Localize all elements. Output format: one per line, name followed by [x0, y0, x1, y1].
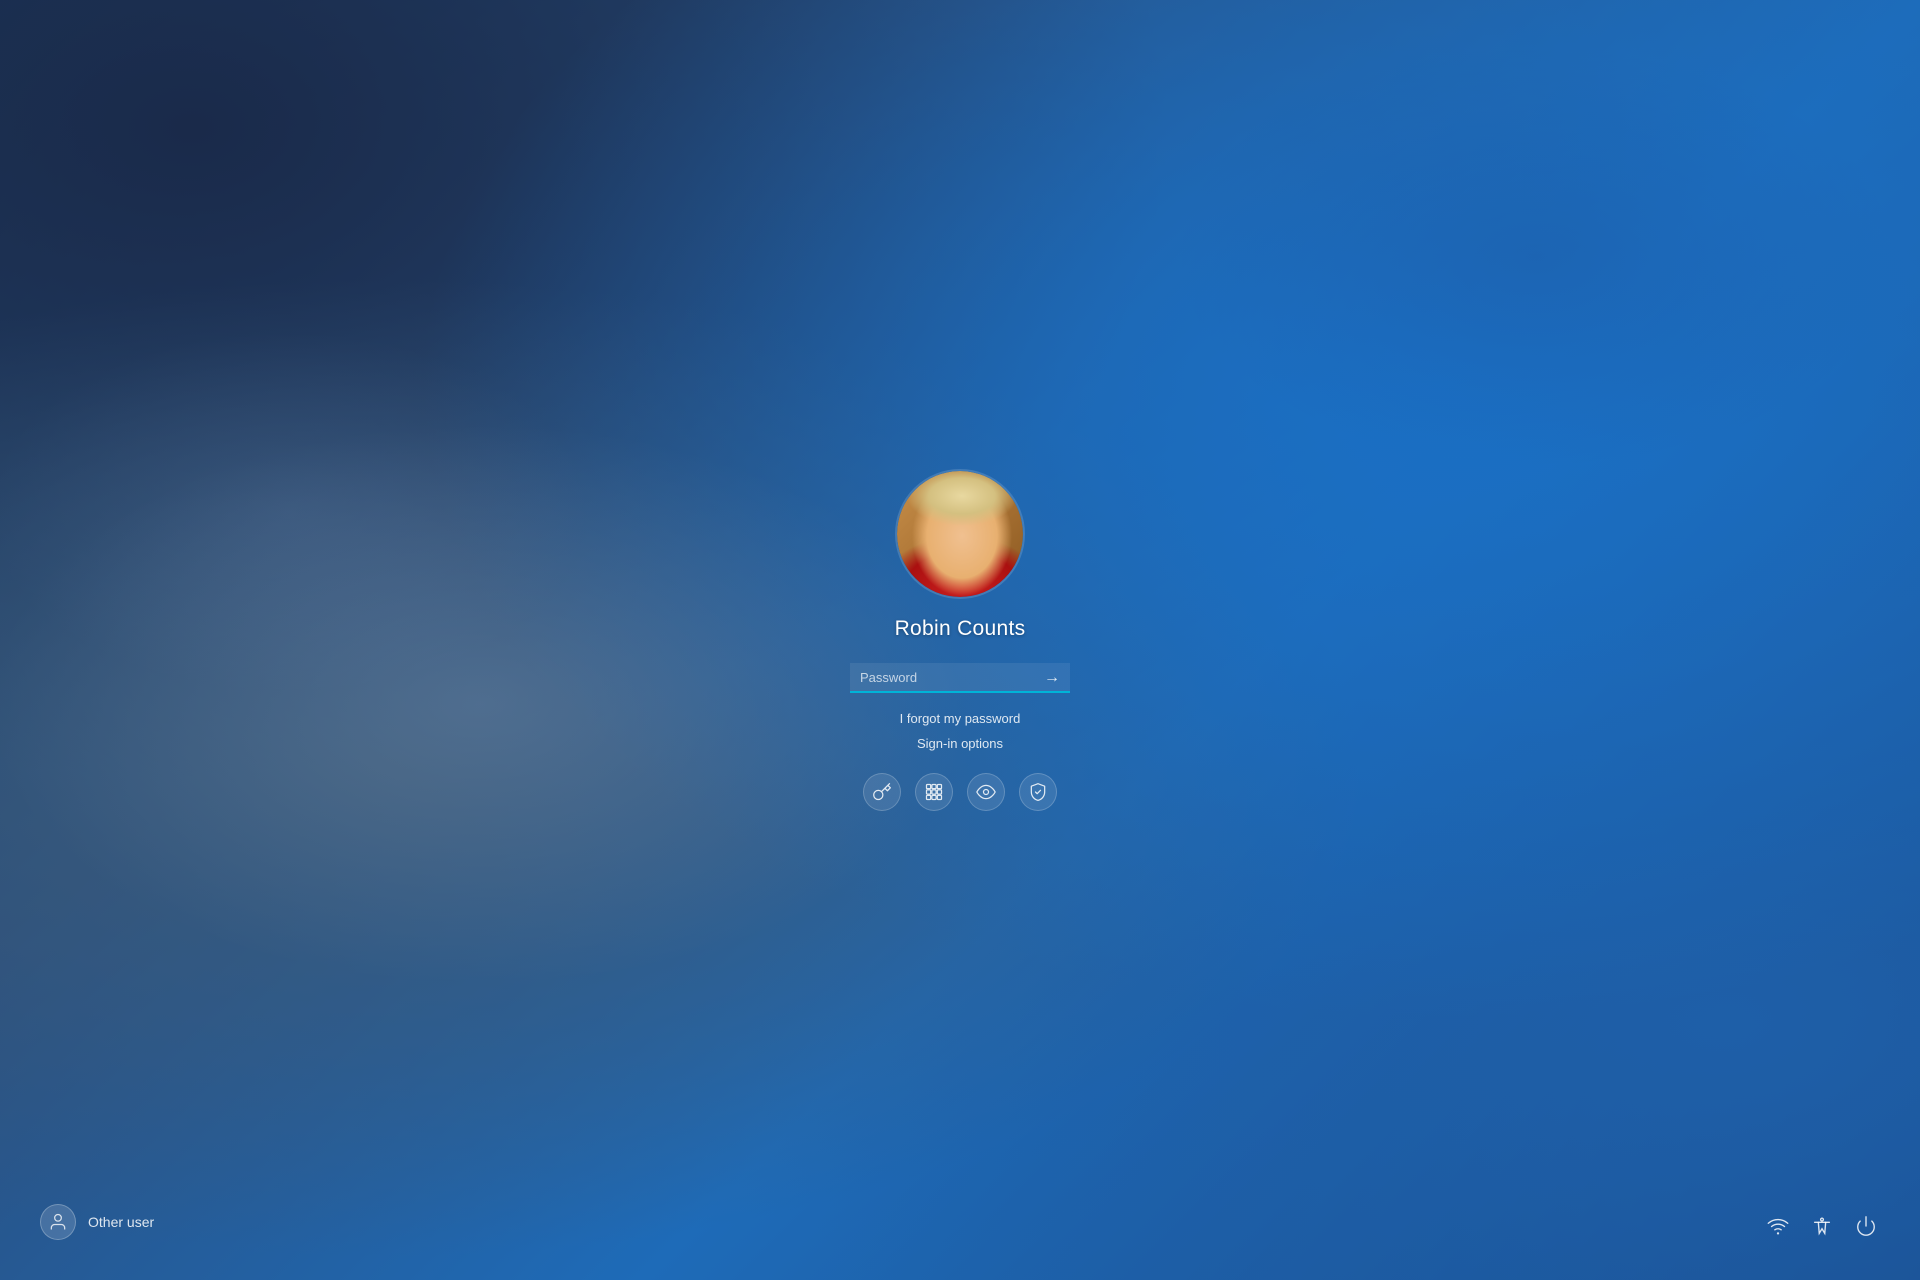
login-screen: Robin Counts → I forgot my password Sign…: [0, 0, 1920, 1280]
grid-icon: [924, 782, 944, 802]
password-input[interactable]: [850, 663, 1070, 693]
power-button[interactable]: [1852, 1212, 1880, 1240]
key-icon: [872, 782, 892, 802]
avatar-image: [897, 471, 1023, 597]
wifi-icon: [1767, 1215, 1789, 1237]
shield-icon: [1028, 782, 1048, 802]
other-user-avatar: [40, 1204, 76, 1240]
password-signin-button[interactable]: [863, 773, 901, 811]
accessibility-button[interactable]: [1808, 1212, 1836, 1240]
bottom-right-icons: [1764, 1212, 1880, 1240]
other-user-button[interactable]: Other user: [40, 1204, 154, 1240]
other-user-label: Other user: [88, 1214, 154, 1230]
hello-signin-button[interactable]: [967, 773, 1005, 811]
person-icon: [48, 1212, 68, 1232]
forgot-password-link[interactable]: I forgot my password: [900, 711, 1021, 726]
login-container: Robin Counts → I forgot my password Sign…: [850, 469, 1070, 811]
submit-button[interactable]: →: [1040, 667, 1064, 689]
user-avatar[interactable]: [895, 469, 1025, 599]
accessibility-icon: [1811, 1215, 1833, 1237]
wifi-button[interactable]: [1764, 1212, 1792, 1240]
signin-icons-row: [863, 773, 1057, 811]
password-field-wrapper: →: [850, 663, 1070, 693]
username-label: Robin Counts: [895, 617, 1026, 641]
eye-icon: [976, 782, 996, 802]
signin-options-link[interactable]: Sign-in options: [917, 736, 1003, 751]
pin-signin-button[interactable]: [915, 773, 953, 811]
power-icon: [1855, 1215, 1877, 1237]
security-key-signin-button[interactable]: [1019, 773, 1057, 811]
